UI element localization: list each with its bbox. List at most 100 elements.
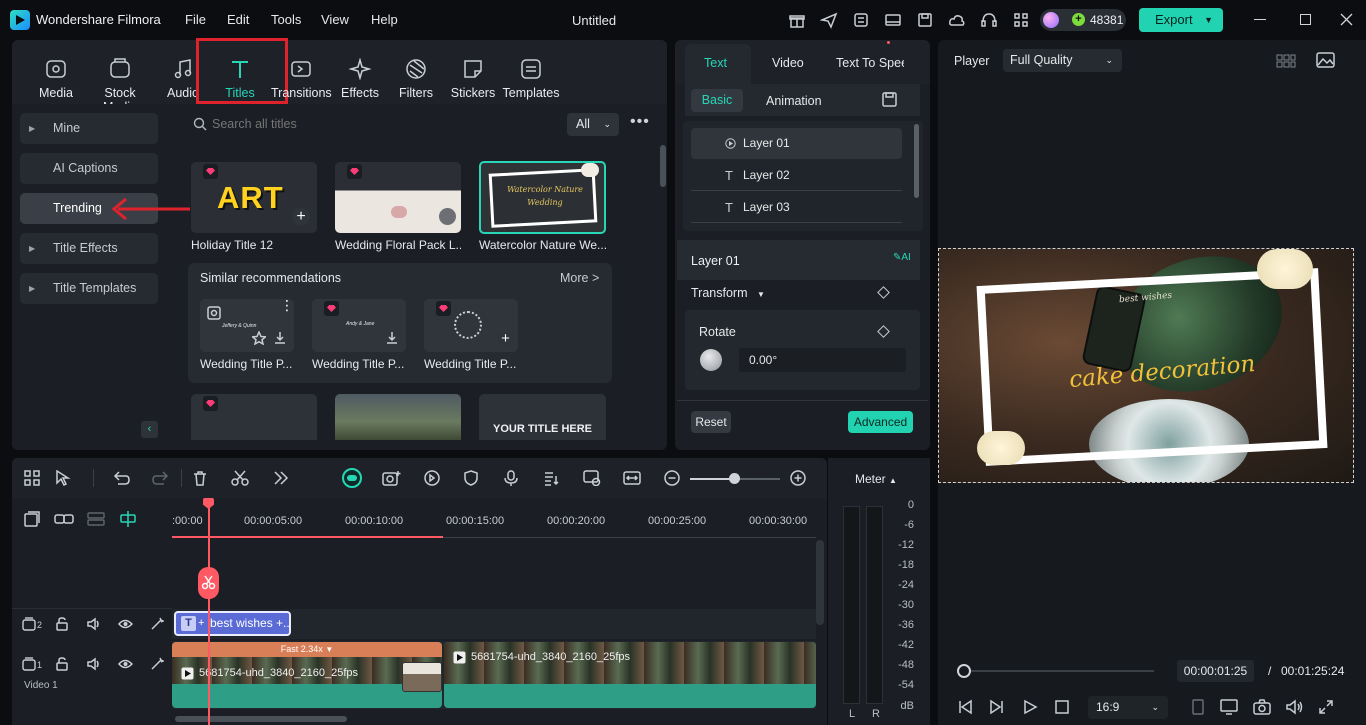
previous-frame-icon[interactable] [957,699,973,715]
menu-help[interactable]: Help [371,12,398,27]
zoom-out-icon[interactable] [664,470,680,486]
send-icon[interactable] [820,11,838,29]
fullscreen-icon[interactable] [1318,699,1334,715]
display-icon[interactable] [1220,699,1238,715]
similar-thumb[interactable]: Andy & Jane [312,299,406,352]
similar-thumb[interactable]: + [424,299,518,352]
advanced-button[interactable]: Advanced [848,411,913,433]
notes-icon[interactable] [852,11,870,29]
layout-grid-icon[interactable] [24,470,40,486]
add-plus-icon[interactable]: + [292,208,310,226]
current-time[interactable]: 00:00:01:25 [1177,660,1254,682]
link-icon[interactable] [54,511,74,527]
meter-label[interactable]: Meter ▲ [855,472,897,486]
zoom-in-icon[interactable] [790,470,806,486]
title-clip[interactable]: T + best wishes +... [174,611,291,636]
minimize-icon[interactable] [1254,19,1266,20]
sidebar-item-title-effects[interactable]: ▶ Title Effects [20,233,158,264]
playback-scrubber[interactable] [957,664,971,678]
playback-progress-track[interactable] [960,670,1154,672]
tab-media[interactable]: Media [26,58,86,100]
quality-dropdown[interactable]: Full Quality ⌄ [1003,49,1122,72]
stop-icon[interactable] [1054,699,1070,715]
grid-view-icon[interactable] [1276,53,1296,68]
credits-badge[interactable]: + 48381 [1040,9,1126,31]
more-tools-icon[interactable] [273,471,289,485]
render-preview-icon[interactable] [1191,699,1205,715]
apps-grid-icon[interactable] [1012,11,1030,29]
tab-transitions[interactable]: Transitions [271,58,332,100]
layer-item[interactable]: Layer 01 [691,128,902,159]
kebab-menu-icon[interactable]: ⋮ [280,299,294,312]
title-thumb-dark[interactable] [191,394,317,440]
rotate-dial[interactable] [700,349,722,371]
audio-stretch-icon[interactable] [543,470,561,486]
transform-label[interactable]: Transform ▼ [691,286,765,300]
timeline-h-scrollbar[interactable] [175,716,347,722]
collapse-sidebar-button[interactable]: ‹ [141,421,158,438]
subtab-basic[interactable]: Basic [691,89,743,112]
volume-icon[interactable] [1285,699,1303,715]
close-icon[interactable] [1340,13,1353,26]
sidebar-item-ai-captions[interactable]: AI Captions [20,153,158,184]
delete-trash-icon[interactable] [192,470,208,486]
subtab-animation[interactable]: Animation [766,94,822,108]
menu-file[interactable]: File [185,12,206,27]
eye-visibility-icon[interactable] [118,618,133,630]
playhead-split-button[interactable] [198,567,219,599]
tab-video[interactable]: Video [772,56,804,70]
scissors-split-icon[interactable] [231,470,249,486]
cloud-upload-icon[interactable] [948,11,966,29]
tab-effects[interactable]: Effects [330,58,390,100]
library-scrollbar[interactable] [660,145,666,187]
speed-icon[interactable] [423,470,441,486]
download-icon[interactable] [273,331,287,345]
similar-thumb[interactable]: Jeffery & Quinn ⋮ [200,299,294,352]
video-clip[interactable]: 5681754-uhd_3840_2160_25fps [444,642,816,708]
rotate-input[interactable]: 0.00° [739,348,906,372]
menu-edit[interactable]: Edit [227,12,249,27]
menu-view[interactable]: View [321,12,349,27]
sidebar-item-mine[interactable]: ▶ Mine [20,113,158,144]
layout-icon[interactable] [884,11,902,29]
auto-reframe-icon[interactable] [583,470,601,486]
track-manager-icon[interactable] [87,511,105,527]
add-plus-icon[interactable]: + [497,331,514,348]
add-track-icon[interactable] [24,511,40,527]
reset-button[interactable]: Reset [691,411,731,433]
menu-tools[interactable]: Tools [271,12,301,27]
shield-mask-icon[interactable] [463,470,479,486]
zoom-slider-thumb[interactable] [729,473,740,484]
video-clip-fast[interactable]: Fast 2.34x ▼ 5681754-uhd_3840_2160_25fps [172,642,442,708]
title-thumb-your-title[interactable]: YOUR TITLE HERE [479,394,606,440]
undo-icon[interactable] [112,470,130,486]
title-thumb-wedding-floral[interactable] [335,162,461,233]
download-icon[interactable] [385,331,399,345]
camera-icon[interactable] [1253,699,1271,715]
tab-text-to-speech[interactable]: Text To Speech [836,56,904,70]
layer-item[interactable]: T Layer 02 [691,160,902,191]
more-options-icon[interactable]: ••• [630,113,650,131]
volume-icon[interactable] [87,657,101,671]
add-media-icon[interactable] [382,470,402,486]
magic-wand-icon[interactable] [150,617,164,631]
title-thumb-watercolor[interactable]: Watercolor Nature Wedding [479,161,606,234]
image-snapshot-icon[interactable] [1316,52,1335,68]
magic-wand-icon[interactable] [150,657,164,671]
layer-scrollbar[interactable] [914,124,919,198]
select-pointer-icon[interactable] [55,470,73,486]
timeline-scrollbar[interactable] [816,540,824,625]
next-frame-icon[interactable] [989,699,1005,715]
sidebar-item-title-templates[interactable]: ▶ Title Templates [20,273,158,304]
headset-icon[interactable] [980,11,998,29]
replace-icon[interactable] [623,470,641,486]
snap-magnet-icon[interactable] [119,510,137,528]
download-icon[interactable] [439,208,456,225]
eye-visibility-icon[interactable] [118,658,133,670]
tab-stickers[interactable]: Stickers [443,58,503,100]
title-thumb-photo[interactable] [335,394,461,440]
ai-edit-icon[interactable]: ✎AI [893,252,911,263]
layer-item[interactable]: T Layer 03 [691,192,902,223]
unlock-icon[interactable] [56,617,68,631]
aspect-ratio-dropdown[interactable]: 16:9 ⌄ [1088,696,1168,719]
